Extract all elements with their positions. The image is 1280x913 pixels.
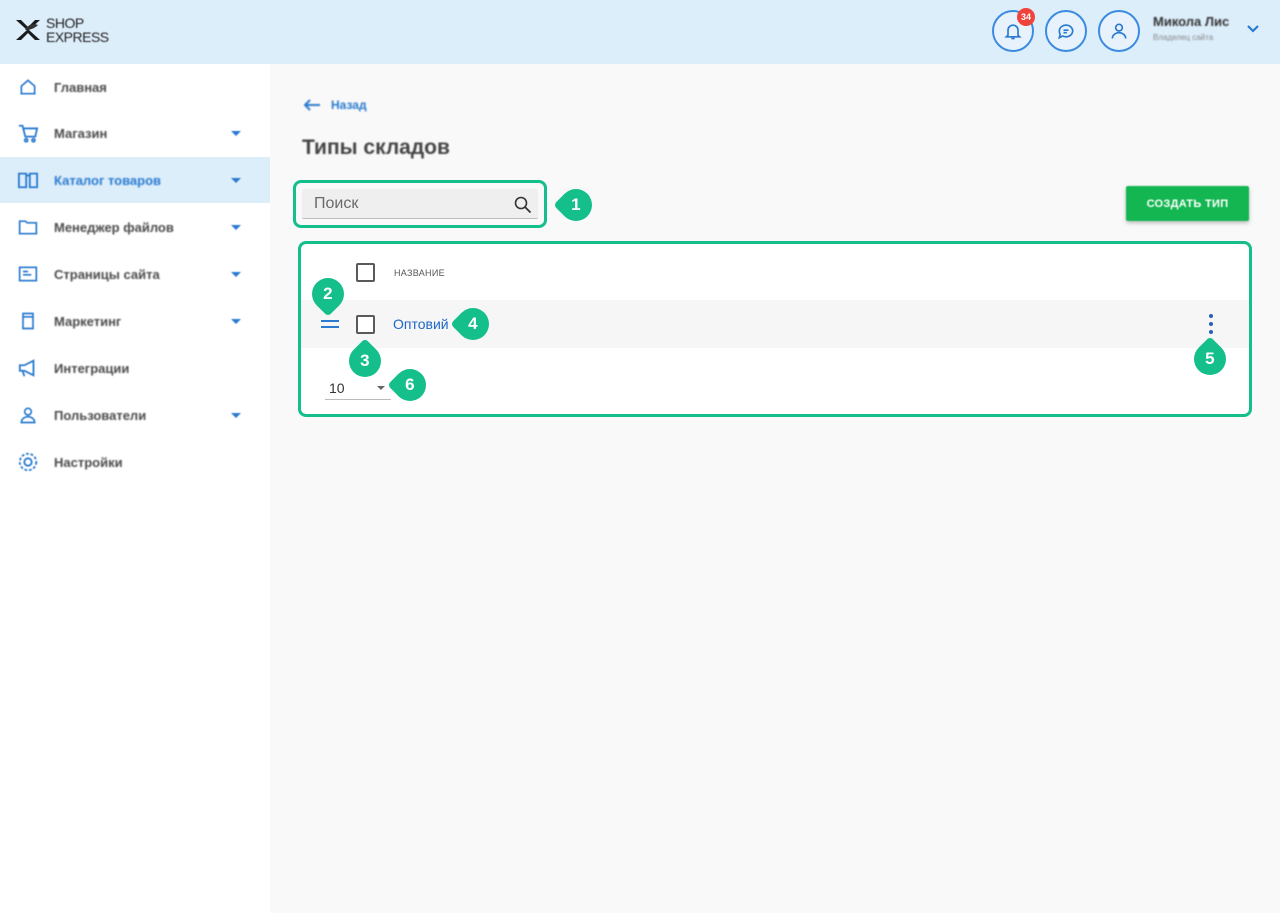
folder-icon: [17, 216, 39, 238]
search-input[interactable]: [302, 189, 538, 218]
book-icon: [17, 169, 39, 191]
back-label: Назад: [331, 98, 367, 112]
user-role: Владелец сайта: [1153, 33, 1214, 42]
search-icon[interactable]: [514, 196, 532, 214]
sidebar-item-files[interactable]: Менеджер файлов: [0, 204, 270, 250]
caret-down-icon: [231, 412, 241, 418]
top-header: SHOP EXPRESS 34 Микола Лис Владелец сайт…: [0, 0, 1280, 64]
sidebar-item-label: Менеджер файлов: [54, 219, 174, 235]
caret-down-icon: [231, 130, 241, 136]
create-type-button[interactable]: СОЗДАТЬ ТИП: [1126, 186, 1249, 221]
search-box[interactable]: [302, 189, 538, 219]
logo-line-2: EXPRESS: [46, 29, 109, 45]
tag-icon: [17, 310, 39, 332]
megaphone-icon: [17, 357, 39, 379]
row-checkbox[interactable]: [356, 315, 375, 334]
sidebar-item-label: Магазин: [54, 125, 108, 141]
drag-handle-icon[interactable]: [321, 320, 339, 332]
rows-per-page-select[interactable]: 10: [325, 376, 391, 400]
column-header-name[interactable]: НАЗВАНИЕ: [394, 268, 445, 278]
back-link[interactable]: Назад: [303, 98, 367, 112]
page-icon: [17, 263, 39, 285]
sidebar-item-users[interactable]: Пользователи: [0, 392, 270, 438]
sidebar-item-shop[interactable]: Магазин: [0, 110, 270, 156]
chat-icon: [1058, 24, 1074, 40]
caret-down-icon: [231, 177, 241, 183]
arrow-left-icon: [303, 99, 320, 111]
select-all-checkbox[interactable]: [356, 263, 375, 282]
search-highlight: [293, 180, 547, 228]
sidebar-item-settings[interactable]: Настройки: [0, 439, 270, 485]
chevron-down-icon[interactable]: [1246, 24, 1260, 34]
more-actions-icon[interactable]: [1206, 314, 1216, 334]
sidebar-item-home[interactable]: Главная: [0, 64, 270, 110]
gear-icon: [17, 451, 39, 473]
sidebar-item-label: Страницы сайта: [54, 266, 160, 282]
sidebar-item-label: Пользователи: [54, 407, 147, 423]
logo-line-1: SHOP: [46, 15, 84, 31]
cart-icon: [17, 122, 39, 144]
caret-down-icon: [231, 271, 241, 277]
callout-marker-1: 1: [553, 182, 599, 228]
page-title: Типы складов: [302, 136, 450, 159]
profile-button[interactable]: [1098, 10, 1140, 52]
types-table: НАЗВАНИЕ Оптовий 10: [298, 241, 1252, 417]
user-name: Микола Лис: [1153, 14, 1230, 29]
sidebar-item-label: Главная: [54, 79, 107, 95]
table-row: Оптовий: [301, 300, 1249, 348]
notification-badge: 34: [1017, 8, 1035, 26]
sidebar-item-integrations[interactable]: Интеграции: [0, 345, 270, 391]
sidebar-item-label: Настройки: [54, 454, 123, 470]
logo-mark-icon: [16, 20, 40, 40]
rows-per-page-value: 10: [329, 380, 345, 396]
caret-down-icon: [231, 224, 241, 230]
notifications-button[interactable]: 34: [992, 8, 1035, 52]
sidebar-item-label: Каталог товаров: [54, 172, 162, 188]
messages-button[interactable]: [1045, 10, 1087, 52]
sidebar-item-pages[interactable]: Страницы сайта: [0, 251, 270, 297]
caret-down-icon: [377, 386, 385, 390]
sidebar: Главная Магазин Каталог товаров Менеджер…: [0, 64, 270, 913]
user-icon: [1111, 23, 1127, 39]
users-icon: [17, 404, 39, 426]
logo[interactable]: SHOP EXPRESS: [13, 15, 109, 45]
sidebar-item-marketing[interactable]: Маркетинг: [0, 298, 270, 344]
caret-down-icon: [231, 318, 241, 324]
table-header: НАЗВАНИЕ: [301, 244, 1249, 300]
sidebar-item-catalog[interactable]: Каталог товаров: [0, 157, 270, 203]
sidebar-item-label: Интеграции: [54, 360, 130, 376]
user-info[interactable]: Микола Лис Владелец сайта: [1153, 14, 1229, 42]
row-name-link[interactable]: Оптовий: [393, 316, 449, 332]
sidebar-item-label: Маркетинг: [54, 313, 122, 329]
home-icon: [17, 76, 39, 98]
